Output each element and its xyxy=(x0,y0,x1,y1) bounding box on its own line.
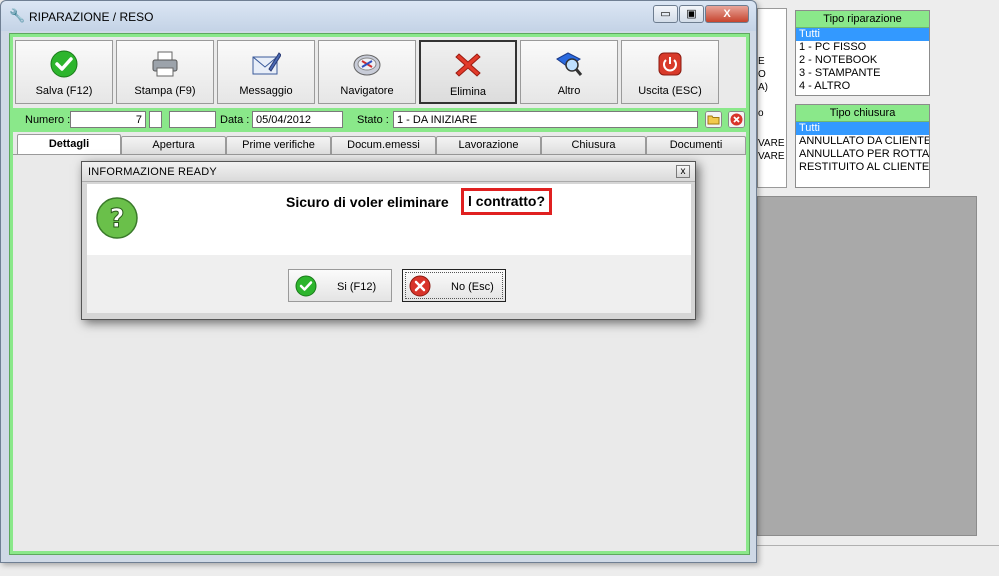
numero-label: Numero : xyxy=(25,114,71,126)
background-divider xyxy=(757,545,999,546)
close-button[interactable]: X xyxy=(705,5,749,23)
question-icon: ? xyxy=(96,197,138,239)
mail-icon xyxy=(252,52,281,75)
navigator-label: Navigatore xyxy=(340,85,394,97)
tab-prime-verifiche[interactable]: Prime verifiche xyxy=(226,136,331,154)
exit-label: Uscita (ESC) xyxy=(638,85,702,97)
print-label: Stampa (F9) xyxy=(134,85,196,97)
tipo-chiusura-item[interactable]: Tutti xyxy=(796,122,929,135)
numero-extra-field[interactable] xyxy=(169,111,216,128)
other-label: Altro xyxy=(557,85,581,97)
tipo-riparazione-item[interactable]: 1 - PC FISSO xyxy=(796,41,929,54)
minimize-button[interactable]: ▭ xyxy=(653,5,678,23)
tab-strip: Dettagli Apertura Prime verifiche Docum.… xyxy=(13,134,746,155)
wrench-icon: 🔧 xyxy=(9,8,26,23)
background-content-panel xyxy=(757,196,977,536)
other-button[interactable]: Altro xyxy=(520,40,618,104)
tab-apertura[interactable]: Apertura xyxy=(121,136,226,154)
tab-docum-emessi[interactable]: Docum.emessi xyxy=(331,136,436,154)
partial-list-text: VARE xyxy=(758,138,785,149)
tipo-chiusura-item[interactable]: RESTITUITO AL CLIENTE xyxy=(796,161,929,174)
no-label: No (Esc) xyxy=(451,281,494,293)
save-button[interactable]: Salva (F12) xyxy=(15,40,113,104)
numero-field[interactable]: 7 xyxy=(70,111,146,128)
dialog-body: ? Sicuro di voler eliminare l contratto? xyxy=(87,184,691,255)
dialog-message-highlight: l contratto? xyxy=(461,188,552,215)
dialog-title-bar[interactable]: INFORMAZIONE READY x xyxy=(82,162,695,182)
dialog-close-button[interactable]: x xyxy=(676,165,690,178)
yes-label: Si (F12) xyxy=(337,281,377,293)
partial-list-text: A) xyxy=(758,82,768,93)
data-field[interactable]: 05/04/2012 xyxy=(252,111,343,128)
svg-text:?: ? xyxy=(109,204,124,234)
tipo-riparazione-item[interactable]: 3 - STAMPANTE xyxy=(796,67,929,80)
stato-label: Stato : xyxy=(357,114,389,126)
tipo-riparazione-header: Tipo riparazione xyxy=(796,11,929,28)
yes-button[interactable]: Si (F12) xyxy=(288,269,392,302)
data-label: Data : xyxy=(220,114,250,126)
navigator-button[interactable]: Navigatore xyxy=(318,40,416,104)
delete-x-icon xyxy=(455,53,481,77)
tipo-chiusura-item[interactable]: ANNULLATO PER ROTTA xyxy=(796,148,929,161)
tipo-chiusura-item[interactable]: ANNULLATO DA CLIENTE xyxy=(796,135,929,148)
tipo-riparazione-item[interactable]: 2 - NOTEBOOK xyxy=(796,54,929,67)
print-button[interactable]: Stampa (F9) xyxy=(116,40,214,104)
dialog-title: INFORMAZIONE READY xyxy=(88,166,217,178)
clear-icon[interactable] xyxy=(728,111,745,128)
partial-list-text: o xyxy=(758,108,764,119)
delete-label: Elimina xyxy=(449,86,487,98)
tab-documenti[interactable]: Documenti xyxy=(646,136,746,154)
tab-chiusura[interactable]: Chiusura xyxy=(541,136,646,154)
confirm-delete-dialog: INFORMAZIONE READY x ? Sicuro di voler e… xyxy=(81,161,696,320)
tipo-chiusura-panel: Tipo chiusura Tutti ANNULLATO DA CLIENTE… xyxy=(795,104,930,188)
delete-button[interactable]: Elimina xyxy=(419,40,517,104)
check-icon xyxy=(295,275,317,297)
message-button[interactable]: Messaggio xyxy=(217,40,315,104)
tipo-riparazione-panel: Tipo riparazione Tutti 1 - PC FISSO 2 - … xyxy=(795,10,930,96)
tab-dettagli[interactable]: Dettagli xyxy=(17,134,121,155)
power-icon xyxy=(658,52,682,76)
tipo-riparazione-item[interactable]: Tutti xyxy=(796,28,929,41)
tipo-riparazione-item[interactable]: 4 - ALTRO xyxy=(796,80,929,93)
toolbar: Salva (F12) Stampa (F9) Messaggio Naviga… xyxy=(15,40,745,104)
no-button[interactable]: No (Esc) xyxy=(402,269,506,302)
tipo-chiusura-header: Tipo chiusura xyxy=(796,105,929,122)
folder-icon[interactable] xyxy=(705,111,722,128)
printer-icon xyxy=(152,51,178,77)
check-icon xyxy=(50,50,78,78)
exit-button[interactable]: Uscita (ESC) xyxy=(621,40,719,104)
tab-lavorazione[interactable]: Lavorazione xyxy=(436,136,541,154)
search-book-icon xyxy=(556,52,583,76)
cancel-icon xyxy=(409,275,431,297)
navigator-icon xyxy=(353,54,381,76)
window-title-bar[interactable]: 🔧 RIPARAZIONE / RESO ▭ ▣ X xyxy=(1,1,756,31)
record-bar: Numero : 7 Data : 05/04/2012 Stato : 1 -… xyxy=(13,108,746,132)
numero-suffix-field[interactable] xyxy=(149,111,162,128)
partial-list-text: E xyxy=(758,56,765,67)
partial-list-text: O xyxy=(758,69,766,80)
maximize-button[interactable]: ▣ xyxy=(679,5,704,23)
message-label: Messaggio xyxy=(239,85,293,97)
dialog-footer: Si (F12) No (Esc) xyxy=(87,255,691,313)
save-label: Salva (F12) xyxy=(35,85,93,97)
stato-field[interactable]: 1 - DA INIZIARE xyxy=(393,111,698,128)
dialog-message-text: Sicuro di voler eliminare xyxy=(286,194,449,210)
window-title: RIPARAZIONE / RESO xyxy=(29,10,154,24)
partial-list-text: VARE xyxy=(758,151,785,162)
